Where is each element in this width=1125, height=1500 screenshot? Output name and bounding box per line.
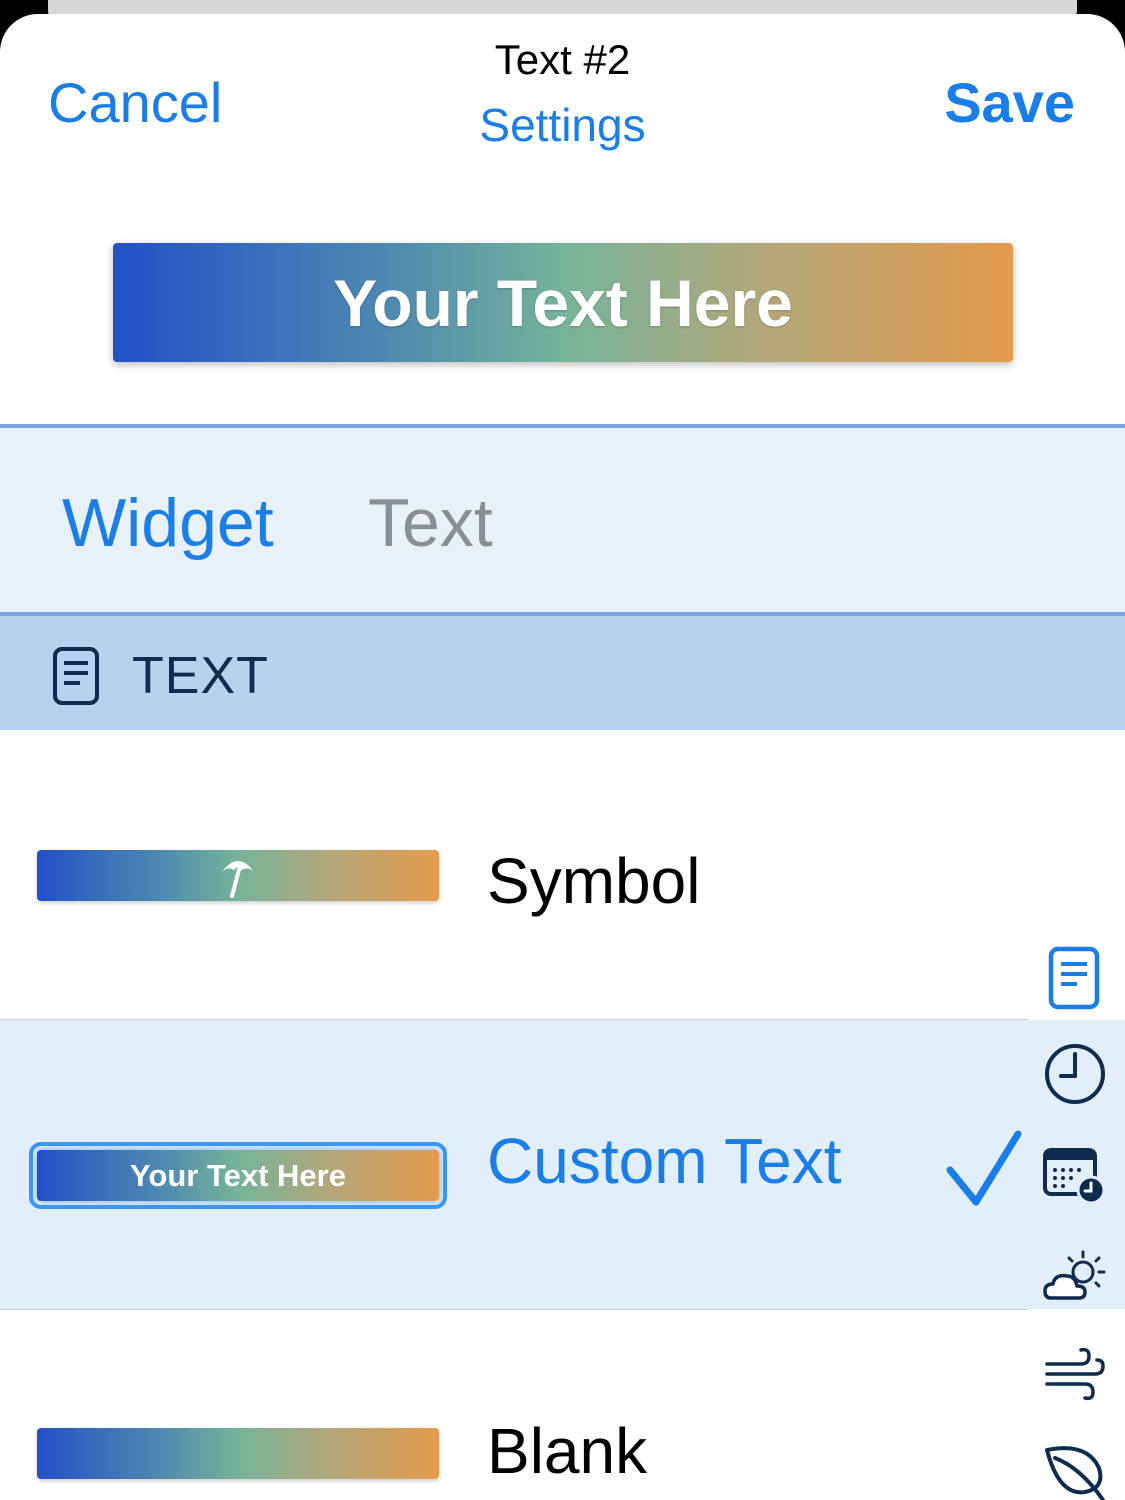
save-button[interactable]: Save xyxy=(944,70,1075,135)
umbrella-icon xyxy=(222,860,254,898)
row-label-blank: Blank xyxy=(487,1415,648,1487)
section-header: TEXT xyxy=(0,616,1125,730)
document-icon xyxy=(53,647,99,705)
row-label-symbol: Symbol xyxy=(487,845,701,917)
clock-icon[interactable] xyxy=(1041,1040,1109,1108)
thumbnail-text: Your Text Here xyxy=(130,1157,346,1193)
section-label: TEXT xyxy=(132,647,269,705)
tab-bar: Widget Text xyxy=(0,424,1125,616)
list-item-blank[interactable]: Blank xyxy=(0,1310,1029,1500)
tab-text[interactable]: Text xyxy=(368,484,493,562)
symbol-thumbnail xyxy=(37,850,439,901)
list-item-symbol[interactable]: Symbol xyxy=(0,730,1029,1020)
leaf-icon[interactable] xyxy=(1041,1438,1109,1500)
preview-text: Your Text Here xyxy=(333,265,793,340)
settings-sheet: Cancel Text #2 Settings Save Your Text H… xyxy=(0,14,1125,1500)
calendar-clock-icon[interactable] xyxy=(1041,1140,1109,1208)
section-index-bar xyxy=(1029,930,1125,1500)
partly-cloudy-icon[interactable] xyxy=(1041,1246,1109,1314)
checkmark-icon xyxy=(946,1130,1022,1206)
blank-thumbnail xyxy=(37,1428,439,1479)
row-label-custom-text: Custom Text xyxy=(487,1125,842,1197)
tab-widget[interactable]: Widget xyxy=(62,484,274,562)
document-icon[interactable] xyxy=(1041,944,1109,1012)
widget-preview: Your Text Here xyxy=(113,243,1013,362)
list-item-custom-text[interactable]: Your Text Here Custom Text xyxy=(0,1020,1029,1310)
wind-icon[interactable] xyxy=(1041,1342,1109,1410)
custom-text-thumbnail: Your Text Here xyxy=(29,1142,447,1209)
